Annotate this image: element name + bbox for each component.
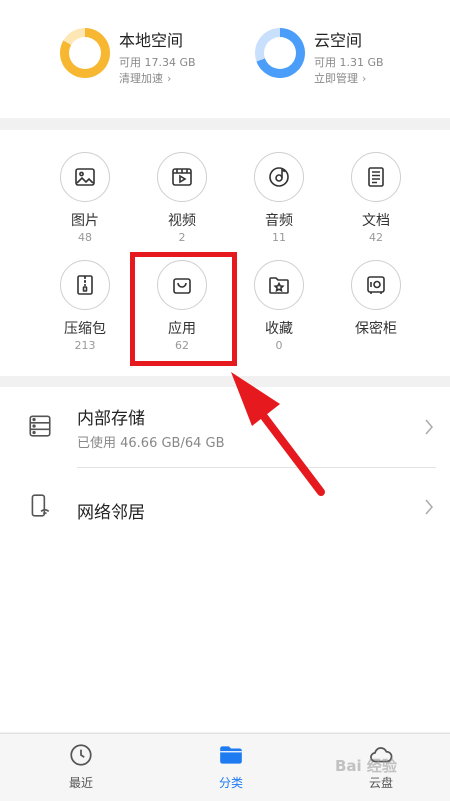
manage-link[interactable]: 立即管理 › [314,71,384,86]
internal-storage-title: 内部存储 [77,409,145,429]
cloud-storage-title: 云空间 [314,31,363,50]
highlight-box [130,252,237,366]
chevron-right-icon [425,499,433,515]
star-folder-icon [254,260,304,310]
internal-storage-usage: 已使用 46.66 GB/64 GB [77,436,225,451]
cloud-storage-available: 可用 1.31 GB [314,56,384,69]
category-images[interactable]: 图片 48 [40,152,130,245]
category-label: 图片 [71,213,99,229]
local-storage-ring [60,28,110,78]
category-count: 11 [272,231,286,244]
cloud-storage-ring [255,28,305,78]
storage-location-list: 内部存储 已使用 46.66 GB/64 GB 网络邻居 [0,387,450,732]
category-label: 压缩包 [64,321,106,337]
storage-summary-card: 本地空间 可用 17.34 GB 清理加速 › 云空间 可用 1.31 GB 立即… [0,0,450,118]
category-archives[interactable]: 压缩包 213 [40,260,130,353]
category-documents[interactable]: 文档 42 [331,152,421,245]
local-storage-title: 本地空间 [119,31,184,50]
watermark: Bai 经验 [335,757,397,775]
category-safe[interactable]: 保密柜 [331,260,421,339]
category-label: 文档 [362,213,390,229]
category-count: 2 [178,231,186,244]
chevron-right-icon: › [362,72,367,85]
category-label: 收藏 [265,321,293,337]
tab-categories[interactable]: 分类 [191,742,271,791]
music-disc-icon [254,152,304,202]
category-count: 0 [275,339,283,352]
category-audio[interactable]: 音频 11 [234,152,324,245]
zip-archive-icon [60,260,110,310]
category-videos[interactable]: 视频 2 [137,152,227,245]
category-count: 42 [369,231,383,244]
image-icon [60,152,110,202]
divider [77,467,436,468]
category-label: 保密柜 [355,321,397,337]
cloud-storage-entry[interactable]: 云空间 可用 1.31 GB 立即管理 › [255,28,384,86]
category-label: 音频 [265,213,293,229]
chevron-right-icon: › [167,72,172,85]
network-neighbors-item[interactable]: 网络邻居 [0,469,450,549]
clean-up-link[interactable]: 清理加速 › [119,71,196,86]
safe-box-icon [351,260,401,310]
tab-label: 分类 [218,776,243,790]
local-storage-available: 可用 17.34 GB [119,56,196,69]
network-neighbors-title: 网络邻居 [77,503,145,523]
category-count: 213 [74,339,96,352]
server-storage-icon [29,415,51,437]
folder-icon [220,746,242,764]
tab-recent[interactable]: 最近 [41,742,121,791]
category-label: 视频 [168,213,196,229]
tab-label: 云盘 [368,776,393,790]
tab-label: 最近 [68,776,93,790]
local-storage-entry[interactable]: 本地空间 可用 17.34 GB 清理加速 › [60,28,196,86]
phone-wifi-icon [31,494,50,517]
manage-label: 立即管理 [314,72,358,85]
category-favorites[interactable]: 收藏 0 [234,260,324,353]
chevron-right-icon [425,419,433,435]
clock-icon [70,744,92,766]
category-count: 48 [78,231,92,244]
video-icon [157,152,207,202]
document-icon [351,152,401,202]
clean-up-label: 清理加速 [119,72,163,85]
internal-storage-item[interactable]: 内部存储 已使用 46.66 GB/64 GB [0,387,450,469]
